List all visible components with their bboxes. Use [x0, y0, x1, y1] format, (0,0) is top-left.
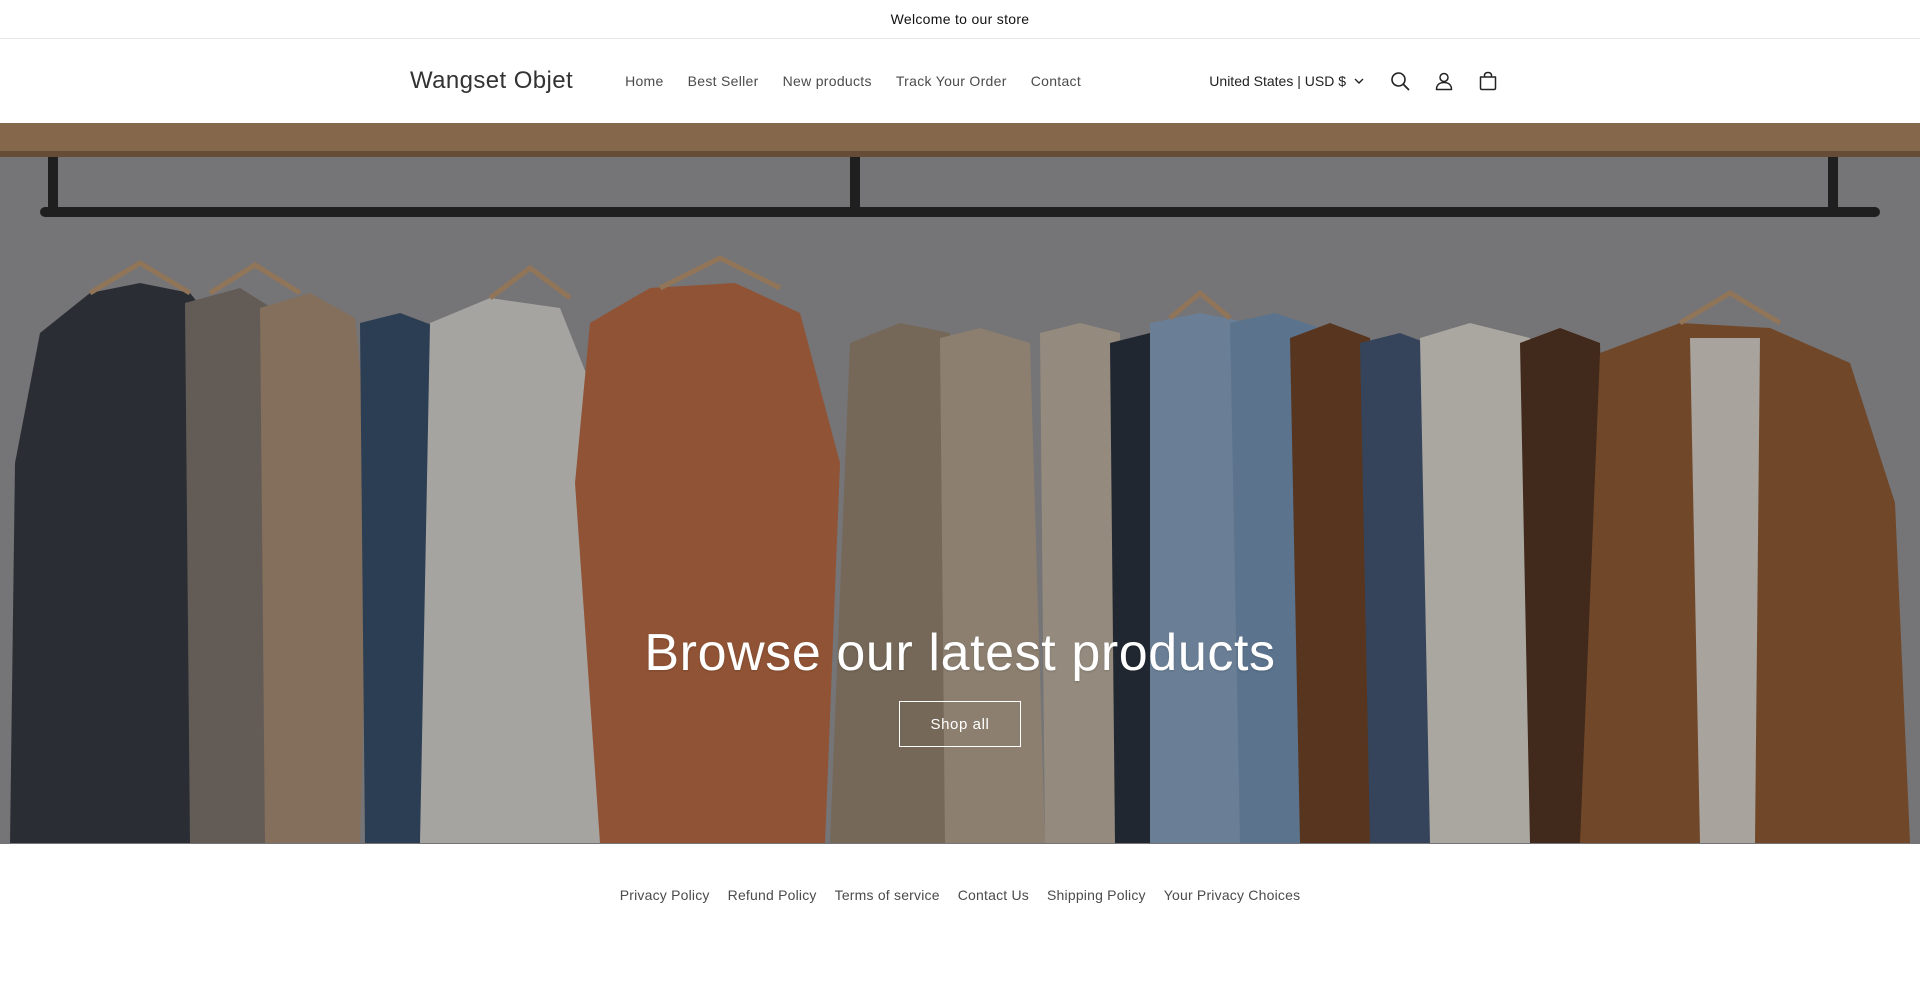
site-header: Wangset Objet Home Best Seller New produ… [0, 39, 1920, 124]
policy-link-contact[interactable]: Contact Us [949, 887, 1038, 903]
cart-button[interactable] [1466, 59, 1510, 103]
site-footer: Privacy Policy Refund Policy Terms of se… [0, 844, 1920, 993]
policy-link-shipping[interactable]: Shipping Policy [1038, 887, 1155, 903]
nav-link-home[interactable]: Home [613, 67, 676, 95]
store-logo[interactable]: Wangset Objet [410, 67, 573, 95]
shop-all-button[interactable]: Shop all [899, 701, 1021, 747]
nav-link-contact[interactable]: Contact [1019, 67, 1093, 95]
policy-link-refund[interactable]: Refund Policy [719, 887, 826, 903]
header-actions: United States | USD $ [1209, 59, 1510, 103]
search-icon [1391, 72, 1410, 91]
nav-link-best-seller[interactable]: Best Seller [676, 67, 771, 95]
announcement-bar: Welcome to our store [0, 0, 1920, 39]
chevron-down-icon [1354, 78, 1364, 84]
search-button[interactable] [1378, 59, 1422, 103]
country-currency-selector[interactable]: United States | USD $ [1209, 73, 1364, 89]
hero-banner: Browse our latest products Shop all [0, 123, 1920, 844]
policy-link-privacy[interactable]: Privacy Policy [611, 887, 719, 903]
hero-title: Browse our latest products [644, 624, 1276, 682]
account-button[interactable] [1422, 59, 1466, 103]
header-inner: Wangset Objet Home Best Seller New produ… [410, 39, 1510, 123]
account-icon [1435, 72, 1453, 91]
policy-link-privacy-choices[interactable]: Your Privacy Choices [1155, 887, 1310, 903]
cart-icon [1479, 71, 1497, 91]
policy-links: Privacy Policy Refund Policy Terms of se… [0, 887, 1920, 903]
country-currency-label: United States | USD $ [1209, 73, 1346, 89]
nav-link-new-products[interactable]: New products [771, 67, 884, 95]
hero-content: Browse our latest products Shop all [0, 623, 1920, 747]
nav-link-track-order[interactable]: Track Your Order [884, 67, 1019, 95]
main-nav: Home Best Seller New products Track Your… [613, 67, 1093, 95]
policy-link-terms[interactable]: Terms of service [826, 887, 949, 903]
announcement-text: Welcome to our store [890, 11, 1030, 27]
